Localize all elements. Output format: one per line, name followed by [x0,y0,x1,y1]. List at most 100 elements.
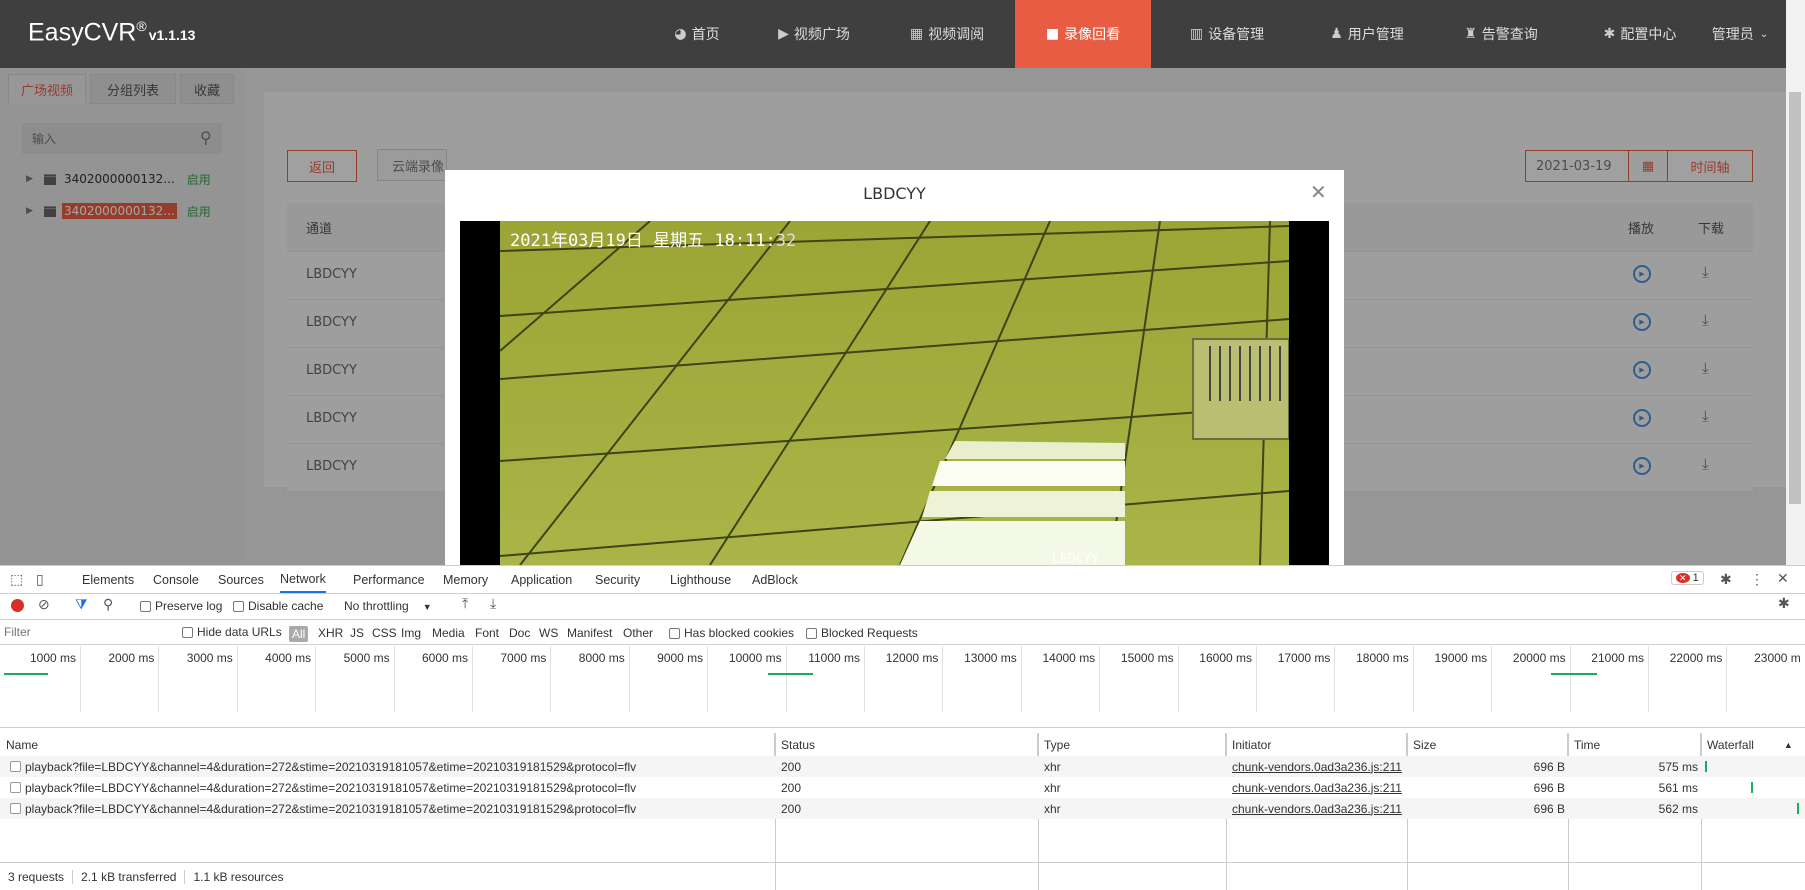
timeline-tick-label: 7000 ms [500,651,547,665]
timeline-tick-label: 20000 ms [1512,651,1566,665]
timeline-tick-label: 11000 ms [808,651,860,665]
col-type[interactable]: Type [1038,733,1226,757]
timeline-gridline [1726,646,1728,712]
nav-alarm-query[interactable]: ♜ 告警查询 [1444,0,1558,68]
osd-seconds: 32 [776,231,796,251]
timeline-tick-label: 8000 ms [578,651,625,665]
timeline-tick-label: 21000 ms [1591,651,1644,665]
request-status: 200 [781,780,802,795]
network-overview-timeline[interactable]: 1000 ms 2000 ms 3000 ms 4000 ms 5000 ms 6000 … [0,566,1805,712]
timeline-tick-label: 17000 ms [1277,651,1331,665]
nav-config-center[interactable]: ✱ 配置中心 [1583,0,1697,68]
play-circle-icon: ▶ [778,26,789,42]
video-player[interactable]: 2021年03月19日 星期五 18:11:32 LBDCYY [460,221,1329,565]
grid-icon: ▦ [909,26,924,42]
timeline-tick-label: 1000 ms [29,651,76,665]
timeline-gridline [1491,646,1493,712]
timeline-gridline [393,646,395,712]
col-initiator[interactable]: Initiator [1226,733,1407,757]
top-navbar: EasyCVR®v1.1.13 ◕ 首页 ▶ 视频广场 ▦ 视频调阅 ■ 录像回看 ▥ 设… [0,0,1786,68]
request-status: 200 [781,801,802,816]
timeline-gridline [1020,646,1022,712]
request-count: 3 requests [0,870,74,884]
network-status-bar: 3 requests 2.1 kB transferred 1.1 kB res… [0,862,1805,890]
col-status[interactable]: Status [775,733,1038,757]
devtools-panel: ⬚ ▯ Elements Console Sources Network Per… [0,565,1805,890]
timeline-gridline [1256,646,1257,712]
col-size[interactable]: Size [1407,733,1568,757]
request-name[interactable]: playback?file=LBDCYY&channel=4&duration=… [4,798,774,819]
timeline-gridline [80,646,81,712]
timeline-tick-label: 6000 ms [421,651,468,665]
request-size: 696 B [1533,780,1565,795]
nav-user-menu[interactable]: 管理员 ⌄ [1700,0,1780,68]
timeline-gridline [472,646,473,712]
chevron-down-icon: ⌄ [1759,28,1769,40]
timeline-tick-label: 15000 ms [1120,651,1174,665]
nav-home[interactable]: ◕ 首页 [650,0,744,68]
timeline-tick-label: 2000 ms [108,651,155,665]
timeline-tick-label: 5000 ms [343,651,390,665]
timeline-gridline [707,646,709,712]
request-time: 562 ms [1658,801,1698,816]
timeline-gridline [1412,646,1414,712]
nav-playback[interactable]: ■ 录像回看 [1015,0,1151,68]
overview-bar [768,673,813,675]
request-initiator-link[interactable]: chunk-vendors.0ad3a236.js:211 [1226,756,1402,777]
timeline-gridline [1648,646,1649,712]
app-content: 广场视频 分组列表 收藏 ⚲ ▶ 3402000000132... 启用 ▶ 3… [0,68,1786,565]
request-size: 696 B [1533,801,1565,816]
overview-bar [1551,673,1597,675]
timeline-tick-label: 13000 ms [964,651,1017,665]
request-time: 575 ms [1658,759,1698,774]
overview-bar [4,673,48,675]
timeline-gridline [236,646,238,712]
timeline-tick-label: 4000 ms [265,651,312,665]
nav-user-manage[interactable]: ♟ 用户管理 [1310,0,1424,68]
app-logo[interactable]: EasyCVR®v1.1.13 [28,18,195,47]
alarm-icon: ♜ [1464,26,1477,42]
waterfall-bar [1705,761,1707,772]
col-time[interactable]: Time [1568,733,1701,757]
dashboard-icon: ◕ [674,26,687,42]
osd-datetime: 2021年03月19日 星期五 18:11: [510,231,776,251]
timeline-gridline [1099,646,1101,712]
timeline-gridline [785,646,787,712]
timeline-gridline [864,646,865,712]
request-time: 561 ms [1658,780,1698,795]
timeline-tick-label: 10000 ms [728,651,782,665]
modal-title: LBDCYY [863,184,926,203]
transferred-size: 2.1 kB transferred [73,870,186,884]
waterfall-bar [1797,803,1799,814]
timeline-tick-label: 9000 ms [657,651,704,665]
timeline-tick-label: 19000 ms [1434,651,1488,665]
resources-size: 1.1 kB resources [193,870,284,884]
request-size: 696 B [1533,759,1565,774]
request-initiator-link[interactable]: chunk-vendors.0ad3a236.js:211 [1226,798,1402,819]
scrollbar-thumb[interactable] [1789,92,1801,504]
request-name[interactable]: playback?file=LBDCYY&channel=4&duration=… [4,777,774,798]
playback-modal: LBDCYY ✕ 2021年03月19日 星期五 18:11:32 LBDCYY [445,170,1344,565]
device-icon: ▥ [1189,26,1204,42]
request-type: xhr [1044,801,1061,816]
timeline-gridline [628,646,630,712]
timeline-gridline [550,646,552,712]
request-status: 200 [781,759,802,774]
timeline-tick-label: 16000 ms [1199,651,1252,665]
col-waterfall[interactable]: Waterfall ▲ [1701,733,1805,757]
close-icon[interactable]: ✕ [1310,180,1327,204]
nav-device-manage[interactable]: ▥ 设备管理 [1170,0,1284,68]
col-name[interactable]: Name [0,733,775,757]
request-type: xhr [1044,759,1061,774]
request-name[interactable]: playback?file=LBDCYY&channel=4&duration=… [4,756,774,777]
timeline-gridline [1334,646,1336,712]
timeline-tick-label: 14000 ms [1042,651,1096,665]
sort-ascending-icon: ▲ [1783,740,1793,750]
nav-video-square[interactable]: ▶ 视频广场 [757,0,871,68]
timeline-gridline [315,646,317,712]
nav-video-browse[interactable]: ▦ 视频调阅 [890,0,1004,68]
request-initiator-link[interactable]: chunk-vendors.0ad3a236.js:211 [1226,777,1402,798]
waterfall-bar [1751,782,1753,793]
osd-camera-name: LBDCYY [1052,552,1099,565]
timeline-gridline [1177,646,1179,712]
